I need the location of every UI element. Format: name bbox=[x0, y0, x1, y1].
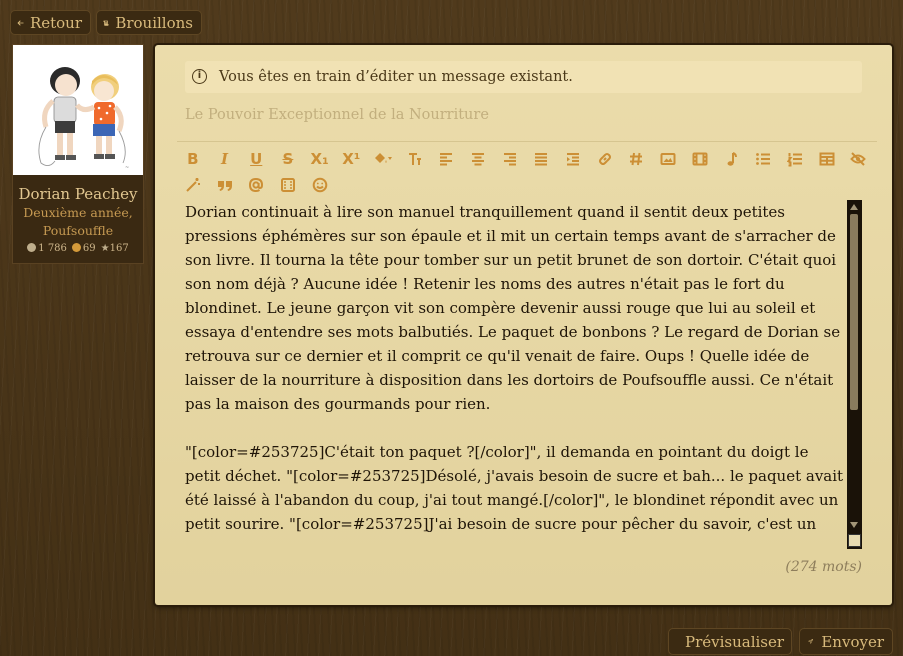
hashtag-icon bbox=[630, 152, 643, 166]
word-count: (274 mots) bbox=[785, 559, 862, 575]
arrow-left-icon bbox=[17, 19, 24, 26]
image-button[interactable] bbox=[652, 146, 684, 172]
hashtag-button[interactable] bbox=[621, 146, 653, 172]
scroll-up-arrow-icon[interactable] bbox=[850, 204, 858, 210]
scroll-down-arrow-icon[interactable] bbox=[850, 522, 858, 528]
italic-button[interactable]: I bbox=[209, 146, 241, 172]
eye-slash-icon bbox=[850, 152, 867, 166]
back-button-label: Retour bbox=[29, 13, 82, 32]
drafts-button[interactable]: Brouillons bbox=[96, 10, 202, 35]
justify-button[interactable] bbox=[526, 146, 558, 172]
numbered-list-icon bbox=[786, 153, 802, 167]
profile-stats: 1 786 69 ★167 bbox=[13, 243, 143, 254]
image-icon bbox=[660, 153, 676, 165]
coin-icon bbox=[71, 243, 81, 252]
star-icon: ★ bbox=[100, 243, 110, 254]
send-button[interactable]: Envoyer bbox=[799, 628, 893, 655]
drafts-button-label: Brouillons bbox=[115, 13, 193, 32]
mention-button[interactable] bbox=[240, 172, 272, 198]
dice-button[interactable] bbox=[272, 172, 304, 198]
video-button[interactable] bbox=[684, 146, 716, 172]
scrollbar-thumb[interactable] bbox=[850, 214, 858, 410]
paint-bucket-icon bbox=[374, 153, 392, 163]
at-sign-icon bbox=[249, 177, 264, 193]
align-left-icon bbox=[440, 153, 453, 166]
profile-card: ~ Dorian Peachey Deuxième année, Poufsou… bbox=[12, 44, 144, 264]
link-icon bbox=[598, 153, 611, 165]
send-button-label: Envoyer bbox=[821, 632, 884, 651]
profile-role-house: Poufsouffle bbox=[42, 223, 114, 238]
strikethrough-button[interactable]: S bbox=[272, 146, 304, 172]
editor-toolbar: B I U S X₁ X¹ bbox=[177, 141, 877, 198]
dice-icon bbox=[280, 178, 295, 192]
quote-icon bbox=[217, 181, 232, 191]
align-right-icon bbox=[503, 153, 516, 166]
smiley-icon bbox=[312, 177, 327, 193]
magic-wand-icon bbox=[186, 178, 200, 192]
align-center-icon bbox=[472, 153, 485, 166]
align-right-button[interactable] bbox=[494, 146, 526, 172]
editor-panel: i Vous êtes en train d’éditer un message… bbox=[155, 45, 892, 605]
indent-button[interactable] bbox=[557, 146, 589, 172]
preview-button[interactable]: Prévisualiser bbox=[668, 628, 792, 655]
info-icon: i bbox=[192, 69, 207, 84]
emoji-button[interactable] bbox=[304, 172, 336, 198]
link-button[interactable] bbox=[589, 146, 621, 172]
align-left-button[interactable] bbox=[431, 146, 463, 172]
coins-stat: 69 bbox=[71, 243, 96, 254]
justify-icon bbox=[535, 153, 548, 166]
message-body-textarea[interactable]: Dorian continuait à lire son manuel tran… bbox=[185, 200, 846, 540]
font-size-button[interactable] bbox=[399, 146, 431, 172]
numbered-list-button[interactable] bbox=[779, 146, 811, 172]
magic-wand-button[interactable] bbox=[177, 172, 209, 198]
textarea-scrollbar[interactable] bbox=[847, 200, 862, 549]
speech-bubble-icon bbox=[27, 243, 37, 252]
bullet-list-icon bbox=[756, 153, 771, 165]
text-size-icon bbox=[408, 153, 421, 165]
stars-stat: ★167 bbox=[100, 243, 129, 254]
preview-button-label: Prévisualiser bbox=[685, 632, 785, 651]
spoiler-button[interactable] bbox=[842, 146, 874, 172]
scroll-icon bbox=[103, 20, 109, 26]
bold-button[interactable]: B bbox=[177, 146, 209, 172]
music-button[interactable] bbox=[716, 146, 748, 172]
paper-plane-icon bbox=[808, 639, 814, 644]
profile-role-year: Deuxième année, bbox=[23, 205, 133, 220]
bullet-list-button[interactable] bbox=[747, 146, 779, 172]
title-input[interactable]: Le Pouvoir Exceptionnel de la Nourriture bbox=[185, 107, 862, 129]
avatar[interactable]: ~ bbox=[13, 45, 143, 175]
avatar-illustration: ~ bbox=[38, 67, 129, 171]
subscript-button[interactable]: X₁ bbox=[304, 146, 336, 172]
table-button[interactable] bbox=[811, 146, 843, 172]
quote-button[interactable] bbox=[209, 172, 241, 198]
back-button[interactable]: Retour bbox=[10, 10, 91, 35]
table-icon bbox=[819, 152, 835, 166]
underline-button[interactable]: U bbox=[240, 146, 272, 172]
resize-grip-icon[interactable] bbox=[848, 534, 861, 547]
edit-notice: i Vous êtes en train d’éditer un message… bbox=[185, 61, 862, 93]
align-center-button[interactable] bbox=[462, 146, 494, 172]
film-icon bbox=[692, 152, 708, 166]
superscript-button[interactable]: X¹ bbox=[335, 146, 367, 172]
indent-icon bbox=[567, 153, 580, 166]
edit-notice-text: Vous êtes en train d’éditer un message e… bbox=[219, 69, 573, 85]
profile-name[interactable]: Dorian Peachey bbox=[13, 185, 143, 203]
svg-text:~: ~ bbox=[125, 165, 129, 171]
messages-stat: 1 786 bbox=[27, 243, 67, 254]
text-color-button[interactable] bbox=[367, 146, 399, 172]
music-note-icon bbox=[727, 152, 737, 166]
